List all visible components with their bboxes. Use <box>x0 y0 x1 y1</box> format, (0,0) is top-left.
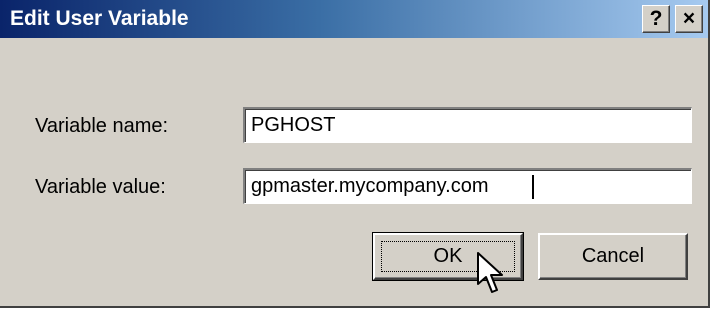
variable-name-label: Variable name: <box>35 115 169 137</box>
edit-user-variable-dialog: Edit User Variable ? × Variable name: Va… <box>0 0 710 308</box>
variable-value-field[interactable] <box>243 168 692 204</box>
cancel-button[interactable]: Cancel <box>538 233 688 280</box>
help-button[interactable]: ? <box>642 5 670 33</box>
dialog-title: Edit User Variable <box>10 7 189 30</box>
mouse-pointer-icon <box>477 252 503 293</box>
cancel-button-label: Cancel <box>581 245 645 267</box>
title-bar[interactable]: Edit User Variable ? × <box>0 0 708 38</box>
variable-name-field[interactable] <box>243 107 692 143</box>
help-icon: ? <box>649 7 663 30</box>
close-icon: × <box>682 7 696 30</box>
variable-value-label: Variable value: <box>35 176 166 198</box>
variable-value-input[interactable] <box>245 171 681 201</box>
variable-name-input[interactable] <box>245 110 681 140</box>
text-caret <box>532 175 534 199</box>
close-button[interactable]: × <box>675 5 703 33</box>
